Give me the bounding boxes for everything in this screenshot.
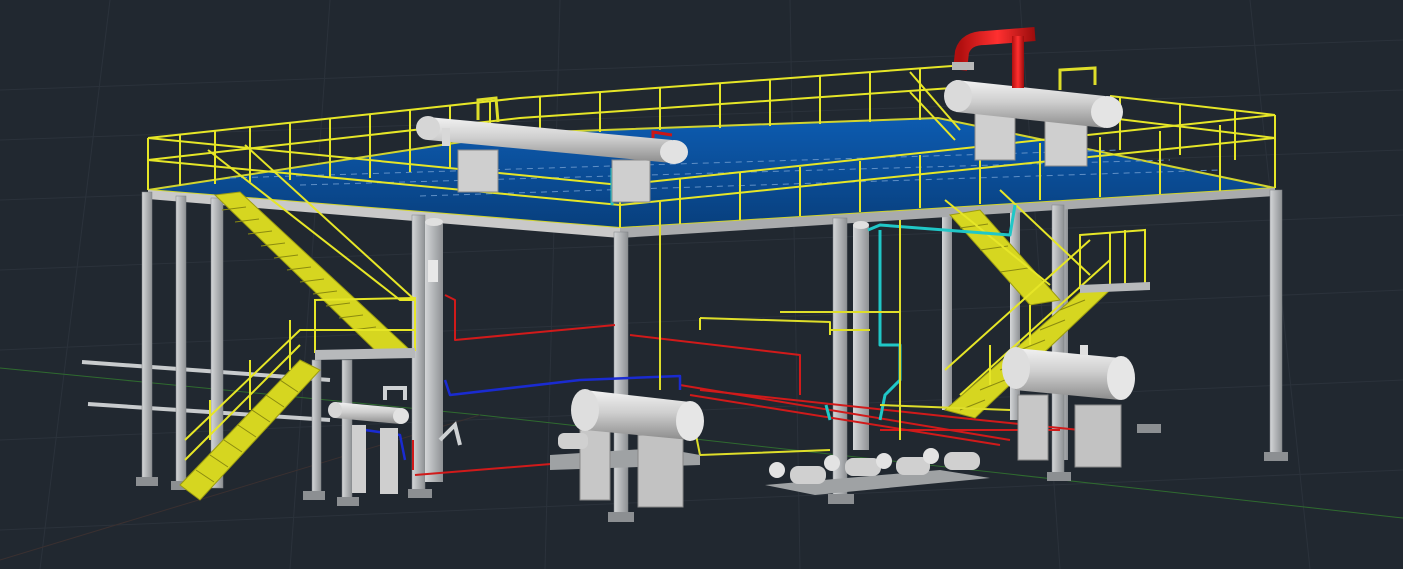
- plant-model-scene[interactable]: [0, 0, 1403, 569]
- pump-1: [769, 462, 826, 484]
- pump-3: [876, 453, 930, 475]
- hot-gas-elbow: [952, 27, 1036, 88]
- pump-4: [923, 448, 980, 470]
- pump-skids: [765, 448, 990, 495]
- ground-drum-right: [1002, 345, 1135, 468]
- vertical-column-left: [425, 218, 443, 482]
- pump-2: [824, 455, 881, 476]
- cad-3d-viewport[interactable]: [0, 0, 1403, 569]
- small-pump-center: [558, 433, 588, 449]
- elevated-platform: [147, 116, 1276, 238]
